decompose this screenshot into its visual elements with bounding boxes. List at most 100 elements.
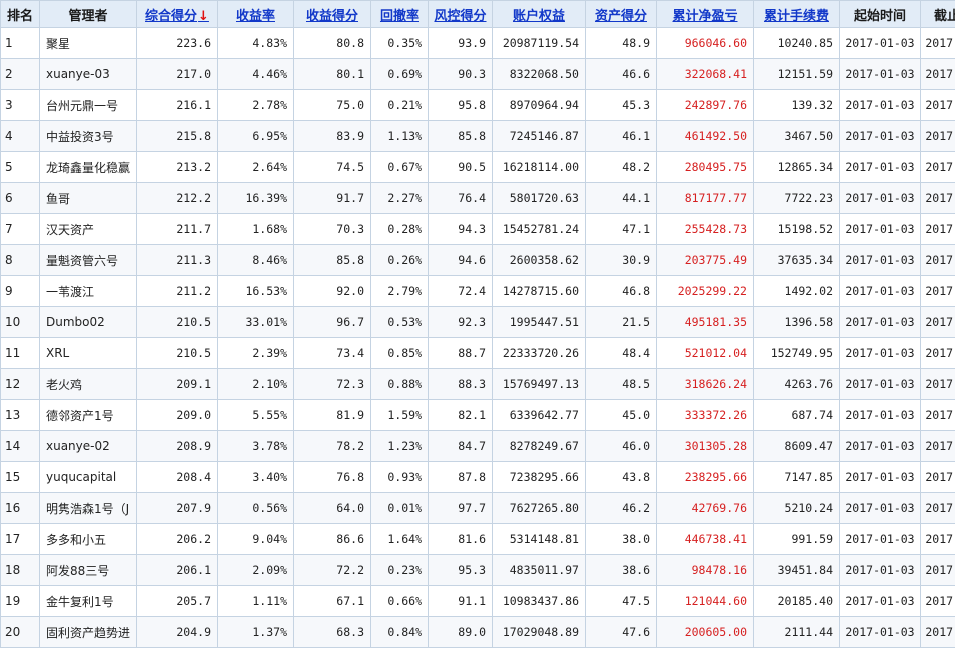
risk-score-cell: 95.3 — [429, 555, 493, 586]
header-rank: 排名 — [1, 1, 40, 28]
fees-cell: 39451.84 — [754, 555, 840, 586]
manager-cell: Dumbo02 — [40, 307, 137, 338]
net-profit-cell: 495181.35 — [657, 307, 754, 338]
end-date-cell: 2017-01-18 — [921, 245, 955, 276]
equity-cell: 16218114.00 — [493, 152, 586, 183]
sort-fees[interactable]: 累计手续费 — [754, 1, 840, 28]
table-body: 1聚星223.64.83%80.80.35%93.920987119.5448.… — [1, 28, 955, 648]
end-date-cell: 2017-01-11 — [921, 586, 955, 617]
sort-desc-arrow-icon: ↓ — [198, 9, 209, 24]
total-score-cell: 215.8 — [137, 121, 218, 152]
rank-cell: 18 — [1, 555, 40, 586]
total-score-cell: 212.2 — [137, 183, 218, 214]
risk-score-cell: 88.7 — [429, 338, 493, 369]
manager-cell: 汉天资产 — [40, 214, 137, 245]
table-row: 14xuanye-02208.93.78%78.21.23%84.7827824… — [1, 431, 955, 462]
equity-cell: 5314148.81 — [493, 524, 586, 555]
drawdown-cell: 0.53% — [371, 307, 429, 338]
sort-net-profit[interactable]: 累计净盈亏 — [657, 1, 754, 28]
net-profit-cell: 98478.16 — [657, 555, 754, 586]
start-date-cell: 2017-01-03 — [840, 183, 921, 214]
table-row: 11XRL210.52.39%73.40.85%88.722333720.264… — [1, 338, 955, 369]
risk-score-cell: 81.6 — [429, 524, 493, 555]
return-rate-cell: 2.09% — [218, 555, 294, 586]
end-date-cell: 2017-01-12 — [921, 617, 955, 648]
table-row: 15yuqucapital208.43.40%76.80.93%87.87238… — [1, 462, 955, 493]
sort-total-score[interactable]: 综合得分↓ — [137, 1, 218, 28]
manager-cell: 固利资产趋势进 — [40, 617, 137, 648]
total-score-cell: 216.1 — [137, 90, 218, 121]
fees-cell: 2111.44 — [754, 617, 840, 648]
return-rate-cell: 4.46% — [218, 59, 294, 90]
sort-drawdown[interactable]: 回撤率 — [371, 1, 429, 28]
start-date-cell: 2017-01-03 — [840, 121, 921, 152]
drawdown-cell: 0.28% — [371, 214, 429, 245]
return-rate-cell: 16.39% — [218, 183, 294, 214]
rank-cell: 15 — [1, 462, 40, 493]
rank-cell: 17 — [1, 524, 40, 555]
total-score-cell: 213.2 — [137, 152, 218, 183]
fees-cell: 1492.02 — [754, 276, 840, 307]
sort-equity[interactable]: 账户权益 — [493, 1, 586, 28]
fees-cell: 10240.85 — [754, 28, 840, 59]
asset-score-cell: 45.0 — [586, 400, 657, 431]
asset-score-cell: 43.8 — [586, 462, 657, 493]
total-score-cell: 208.4 — [137, 462, 218, 493]
manager-cell: 台州元鼎一号 — [40, 90, 137, 121]
end-date-cell: 2017-01-18 — [921, 121, 955, 152]
total-score-cell: 208.9 — [137, 431, 218, 462]
sort-asset-score[interactable]: 资产得分 — [586, 1, 657, 28]
start-date-cell: 2017-01-03 — [840, 245, 921, 276]
drawdown-cell: 0.85% — [371, 338, 429, 369]
table-row: 9一苇渡江211.216.53%92.02.79%72.414278715.60… — [1, 276, 955, 307]
drawdown-cell: 0.21% — [371, 90, 429, 121]
return-rate-cell: 2.64% — [218, 152, 294, 183]
end-date-cell: 2017-01-18 — [921, 28, 955, 59]
equity-cell: 7238295.66 — [493, 462, 586, 493]
risk-score-cell: 93.9 — [429, 28, 493, 59]
return-score-cell: 91.7 — [294, 183, 371, 214]
fees-cell: 139.32 — [754, 90, 840, 121]
drawdown-cell: 2.27% — [371, 183, 429, 214]
net-profit-cell: 322068.41 — [657, 59, 754, 90]
net-profit-cell: 817177.77 — [657, 183, 754, 214]
total-score-cell: 205.7 — [137, 586, 218, 617]
start-date-cell: 2017-01-03 — [840, 462, 921, 493]
drawdown-cell: 0.26% — [371, 245, 429, 276]
equity-cell: 8278249.67 — [493, 431, 586, 462]
sort-return-rate[interactable]: 收益率 — [218, 1, 294, 28]
manager-cell: 多多和小五 — [40, 524, 137, 555]
rank-cell: 3 — [1, 90, 40, 121]
asset-score-cell: 44.1 — [586, 183, 657, 214]
net-profit-cell: 200605.00 — [657, 617, 754, 648]
return-rate-cell: 1.37% — [218, 617, 294, 648]
asset-score-cell: 46.0 — [586, 431, 657, 462]
return-score-cell: 64.0 — [294, 493, 371, 524]
start-date-cell: 2017-01-03 — [840, 152, 921, 183]
total-score-cell: 209.1 — [137, 369, 218, 400]
net-profit-cell: 238295.66 — [657, 462, 754, 493]
return-rate-cell: 3.40% — [218, 462, 294, 493]
net-profit-cell: 333372.26 — [657, 400, 754, 431]
equity-cell: 15769497.13 — [493, 369, 586, 400]
manager-cell: 聚星 — [40, 28, 137, 59]
return-score-cell: 92.0 — [294, 276, 371, 307]
rank-cell: 19 — [1, 586, 40, 617]
risk-score-cell: 87.8 — [429, 462, 493, 493]
risk-score-cell: 72.4 — [429, 276, 493, 307]
rank-cell: 7 — [1, 214, 40, 245]
fees-cell: 8609.47 — [754, 431, 840, 462]
manager-cell: 鱼哥 — [40, 183, 137, 214]
table-row: 6鱼哥212.216.39%91.72.27%76.45801720.6344.… — [1, 183, 955, 214]
rank-cell: 10 — [1, 307, 40, 338]
return-score-cell: 75.0 — [294, 90, 371, 121]
end-date-cell: 2017-01-18 — [921, 183, 955, 214]
start-date-cell: 2017-01-03 — [840, 524, 921, 555]
end-date-cell: 2017-01-13 — [921, 524, 955, 555]
fees-cell: 4263.76 — [754, 369, 840, 400]
fees-cell: 152749.95 — [754, 338, 840, 369]
equity-cell: 7245146.87 — [493, 121, 586, 152]
sort-risk-score[interactable]: 风控得分 — [429, 1, 493, 28]
risk-score-cell: 82.1 — [429, 400, 493, 431]
sort-return-score[interactable]: 收益得分 — [294, 1, 371, 28]
